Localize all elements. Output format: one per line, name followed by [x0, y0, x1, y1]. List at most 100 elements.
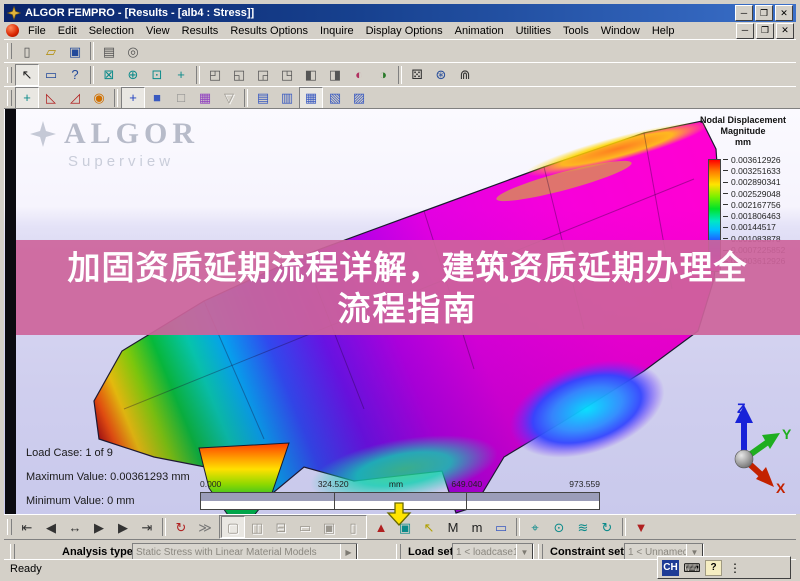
vertex-display-button[interactable]: + — [121, 86, 145, 109]
toolbar-grip[interactable] — [7, 66, 12, 83]
transparent-display-button[interactable]: □ — [169, 87, 193, 109]
toolbar-group: ▢ ◫ ⊟ ▭ ▣ ▯ — [219, 515, 367, 539]
shaded-edges-style-button[interactable]: ▥ — [275, 87, 299, 109]
toolbar-separator — [516, 518, 520, 536]
view-top-button[interactable]: ◲ — [251, 64, 275, 86]
orbit-view-button[interactable]: ◑ — [371, 64, 395, 86]
last-load-case-button[interactable]: ⇥ — [135, 516, 159, 538]
previous-load-case-button[interactable]: ◀ — [39, 516, 63, 538]
probe-grid-button[interactable]: ⊙ — [547, 516, 571, 538]
mdi-restore-button[interactable]: ❐ — [756, 22, 774, 39]
undisplaced-model-button[interactable]: ▯ — [341, 516, 365, 538]
snap-to-circle-button[interactable]: ◉ — [87, 87, 111, 109]
view-front-button[interactable]: ◰ — [203, 64, 227, 86]
toolbar-grip[interactable] — [7, 519, 12, 535]
menu-selection[interactable]: Selection — [83, 23, 140, 39]
loop-animation-button[interactable]: ↻ — [169, 516, 193, 538]
menu-inquire[interactable]: Inquire — [314, 23, 360, 39]
animate-view-2-button[interactable]: ◫ — [245, 516, 269, 538]
ime-language-button[interactable]: CH — [662, 559, 679, 576]
toolbar-grip[interactable] — [7, 43, 12, 59]
mesh-display-button[interactable]: ▦ — [193, 87, 217, 109]
displaced-model-button[interactable]: ▣ — [317, 516, 341, 538]
mdi-minimize-button[interactable]: ─ — [736, 22, 754, 39]
minimize-button[interactable]: ─ — [735, 5, 753, 21]
first-load-case-button[interactable]: ⇤ — [15, 516, 39, 538]
fast-forward-button[interactable]: ≫ — [193, 516, 217, 538]
center-of-rotation-button[interactable]: + — [15, 86, 39, 109]
menu-tools[interactable]: Tools — [557, 23, 595, 39]
globe-view-button[interactable]: ⊛ — [429, 64, 453, 86]
save-animation-button[interactable]: ▼ — [629, 516, 653, 538]
close-button[interactable]: ✕ — [775, 5, 793, 21]
menu-results-options[interactable]: Results Options — [224, 23, 314, 39]
menu-window[interactable]: Window — [595, 23, 646, 39]
shaded-style-button[interactable]: ▤ — [251, 87, 275, 109]
results-viewport[interactable]: ALGOR Superview Nodal Displacement Magni… — [4, 108, 800, 514]
display-toolbar: + ◺ ◿ ◉ + ■ □ ▦ ▽ ▤ ▥ ▦ ▧ ▨ — [4, 86, 796, 109]
legend-value: 0.003251633 — [723, 165, 785, 176]
animate-view-4-button[interactable]: ▭ — [293, 516, 317, 538]
constraint-set-label: Constraint set — [550, 546, 624, 558]
print-button[interactable]: ▤ — [97, 40, 121, 62]
zoom-window-button[interactable]: ⊡ — [145, 64, 169, 86]
find-button[interactable]: ⋒ — [453, 64, 477, 86]
menu-view[interactable]: View — [140, 23, 176, 39]
zoom-previous-button[interactable]: ⊠ — [97, 64, 121, 86]
toolbar-grip[interactable] — [538, 544, 543, 560]
ime-help-button[interactable]: ? — [705, 559, 722, 576]
next-load-case-button[interactable]: ▶ — [111, 516, 135, 538]
view-right-button[interactable]: ◨ — [323, 64, 347, 86]
mdi-close-button[interactable]: ✕ — [776, 22, 794, 39]
ime-options-button[interactable]: ⋮ — [726, 560, 744, 576]
probe-cursor-button[interactable]: ↖ — [417, 516, 441, 538]
view-bottom-button[interactable]: ◳ — [275, 64, 299, 86]
probe-point-button[interactable]: ⌖ — [523, 516, 547, 538]
menu-display-options[interactable]: Display Options — [360, 23, 449, 39]
toolbar-grip[interactable] — [10, 544, 15, 560]
animate-view-3-button[interactable]: ⊟ — [269, 516, 293, 538]
menu-results[interactable]: Results — [176, 23, 225, 39]
view-back-button[interactable]: ◱ — [227, 64, 251, 86]
animate-view-1-button[interactable]: ▢ — [221, 516, 245, 538]
window-title: ALGOR FEMPRO - [Results - [alb4 : Stress… — [25, 7, 255, 19]
show-maximum-button[interactable]: M — [441, 516, 465, 538]
toolbar-grip[interactable] — [7, 89, 12, 106]
filter-button[interactable]: ▽ — [217, 87, 241, 109]
menu-edit[interactable]: Edit — [52, 23, 83, 39]
show-minimum-button[interactable]: m — [465, 516, 489, 538]
view-toolbar: ↖ ▭? ⊠ ⊕ ⊡ + ◰ ◱ ◲ ◳ ◧ ◨ ◐ ◑ ⚄ ⊛ ⋒ — [4, 62, 796, 86]
isometric-view-button[interactable]: ⚄ — [405, 64, 429, 86]
zoom-in-button[interactable]: ⊕ — [121, 64, 145, 86]
solid-display-button[interactable]: ■ — [145, 87, 169, 109]
menu-utilities[interactable]: Utilities — [510, 23, 557, 39]
new-file-button[interactable]: ▯ — [15, 40, 39, 62]
snap-to-corner-right-button[interactable]: ◿ — [63, 87, 87, 109]
select-cursor-button[interactable]: ↖ — [15, 63, 39, 86]
play-animation-button[interactable]: ▶ — [87, 516, 111, 538]
menu-file[interactable]: File — [22, 23, 52, 39]
print-preview-button[interactable]: ◎ — [121, 40, 145, 62]
center-load-case-button[interactable]: ↔ — [63, 516, 87, 538]
ime-keyboard-icon[interactable]: ⌨ — [683, 560, 701, 576]
snap-to-corner-left-button[interactable]: ◺ — [39, 87, 63, 109]
viewport-left-strip — [5, 109, 16, 514]
cursor-options-button[interactable]: ▭ — [39, 64, 63, 86]
flat-style-button[interactable]: ▨ — [347, 87, 371, 109]
rotate-view-button[interactable]: ◐ — [347, 64, 371, 86]
toolbar-grip[interactable] — [396, 544, 401, 560]
wireframe-style-button[interactable]: ▦ — [299, 86, 323, 109]
view-left-button[interactable]: ◧ — [299, 64, 323, 86]
open-file-button[interactable]: ▱ — [39, 40, 63, 62]
save-file-button[interactable]: ▣ — [63, 40, 87, 62]
smooth-results-button[interactable]: ≋ — [571, 516, 595, 538]
menu-help[interactable]: Help — [646, 23, 681, 39]
image-frame-button[interactable]: ▭ — [489, 516, 513, 538]
menu-animation[interactable]: Animation — [449, 23, 510, 39]
maximize-button[interactable]: ❐ — [755, 5, 773, 21]
refresh-results-button[interactable]: ↻ — [595, 516, 619, 538]
hidden-line-style-button[interactable]: ▧ — [323, 87, 347, 109]
pan-button[interactable]: + — [169, 64, 193, 86]
context-help-cursor-button[interactable]: ? — [63, 64, 87, 86]
axis-triad: Z Y X — [734, 400, 792, 493]
